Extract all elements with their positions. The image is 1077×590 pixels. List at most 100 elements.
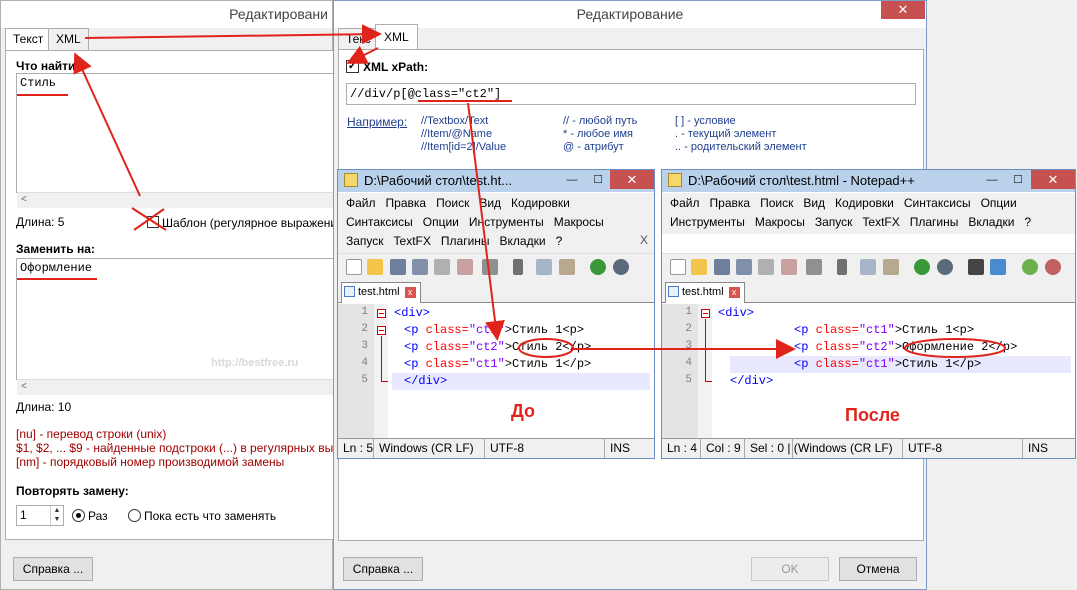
tab-text[interactable]: Текс: [338, 28, 379, 50]
tab-text[interactable]: Текст: [5, 28, 52, 51]
fold-line-end: [705, 381, 712, 382]
replace-scrollbar[interactable]: <: [17, 379, 333, 395]
stepper-arrows-icon[interactable]: ▲ ▼: [50, 506, 63, 525]
menu-help[interactable]: ?: [556, 234, 563, 248]
menu-file[interactable]: Файл: [670, 196, 700, 210]
menu-tabs[interactable]: Вкладки: [500, 234, 546, 248]
cut-icon[interactable]: [513, 259, 523, 275]
right-help-button[interactable]: Справка ...: [343, 557, 423, 581]
tab-xml[interactable]: XML: [375, 24, 418, 50]
menu-search[interactable]: Поиск: [760, 196, 793, 210]
menu-encoding[interactable]: Кодировки: [511, 196, 570, 210]
ok-button[interactable]: OK: [751, 557, 829, 581]
radio-while[interactable]: [128, 509, 141, 522]
menu-edit[interactable]: Правка: [386, 196, 427, 210]
redo-icon[interactable]: [937, 259, 953, 275]
maximize-icon[interactable]: ☐: [588, 172, 608, 188]
fold-line: [381, 336, 382, 381]
status-eol: Windows (CR LF): [373, 439, 474, 458]
print-icon[interactable]: [806, 259, 822, 275]
copy-icon[interactable]: [860, 259, 876, 275]
save-all-icon[interactable]: [736, 259, 752, 275]
save-icon[interactable]: [714, 259, 730, 275]
close-tab-icon[interactable]: x: [728, 287, 740, 298]
close-all-icon[interactable]: [457, 259, 473, 275]
left-help-button[interactable]: Справка ...: [13, 557, 93, 581]
menu-run[interactable]: Запуск: [346, 234, 384, 248]
menu-search[interactable]: Поиск: [436, 196, 469, 210]
menu-view[interactable]: Вид: [479, 196, 501, 210]
close-tab-icon[interactable]: x: [404, 287, 416, 298]
menu-macros[interactable]: Макросы: [755, 215, 805, 229]
zoom-in-icon[interactable]: [1022, 259, 1038, 275]
menu-syntax[interactable]: Синтаксисы: [904, 196, 971, 210]
save-all-icon[interactable]: [412, 259, 428, 275]
maximize-icon[interactable]: ☐: [1008, 172, 1028, 188]
xpath-input[interactable]: //div/p[@class="ct2"]: [346, 83, 916, 105]
code-line-3: <p class="ct2">Стиль 2</p>: [404, 340, 592, 354]
menu-view[interactable]: Вид: [803, 196, 825, 210]
menu-close[interactable]: X: [640, 233, 648, 247]
fold-toggle-icon[interactable]: [377, 326, 386, 335]
menu-macros[interactable]: Макросы: [554, 215, 604, 229]
close-all-icon[interactable]: [781, 259, 797, 275]
regex-checkbox[interactable]: [147, 216, 159, 228]
scroll-left-icon[interactable]: <: [21, 381, 27, 392]
close-icon[interactable]: ✕: [881, 1, 925, 19]
menu-tools[interactable]: Инструменты: [469, 215, 544, 229]
menu-textfx[interactable]: TextFX: [394, 234, 431, 248]
menu-tabs[interactable]: Вкладки: [968, 215, 1014, 229]
close-file-icon[interactable]: [434, 259, 450, 275]
menu-options[interactable]: Опции: [981, 196, 1017, 210]
menu-plugins[interactable]: Плагины: [910, 215, 959, 229]
save-icon[interactable]: [390, 259, 406, 275]
file-icon: [344, 286, 355, 297]
menu-file[interactable]: Файл: [346, 196, 376, 210]
scroll-left-icon[interactable]: <: [21, 194, 27, 205]
undo-icon[interactable]: [590, 259, 606, 275]
new-file-icon[interactable]: [670, 259, 686, 275]
find-scrollbar[interactable]: <: [17, 192, 333, 208]
new-file-icon[interactable]: [346, 259, 362, 275]
close-file-icon[interactable]: [758, 259, 774, 275]
find-input[interactable]: Стиль: [16, 73, 334, 193]
file-tab[interactable]: test.html x: [665, 282, 745, 303]
menu-encoding[interactable]: Кодировки: [835, 196, 894, 210]
open-file-icon[interactable]: [367, 259, 383, 275]
menu-options[interactable]: Опции: [423, 215, 459, 229]
close-icon[interactable]: ✕: [1031, 170, 1075, 189]
minimize-icon[interactable]: —: [982, 172, 1002, 188]
menu-tools[interactable]: Инструменты: [670, 215, 745, 229]
paste-icon[interactable]: [559, 259, 575, 275]
cut-icon[interactable]: [837, 259, 847, 275]
fold-toggle-icon[interactable]: [701, 309, 710, 318]
tab-xml[interactable]: XML: [48, 28, 89, 50]
menu-run[interactable]: Запуск: [815, 215, 853, 229]
code-line-1: <div>: [718, 306, 755, 320]
np-before-title: D:\Рабочий стол\test.ht...: [364, 173, 513, 188]
menu-syntax[interactable]: Синтаксисы: [346, 215, 413, 229]
menu-textfx[interactable]: TextFX: [862, 215, 899, 229]
menu-edit[interactable]: Правка: [710, 196, 751, 210]
replace-icon[interactable]: [990, 259, 1006, 275]
fold-toggle-icon[interactable]: [377, 309, 386, 318]
after-label: После: [845, 405, 900, 425]
menu-plugins[interactable]: Плагины: [441, 234, 490, 248]
xpath-checkbox[interactable]: ✓: [346, 60, 359, 73]
radio-once[interactable]: [72, 509, 85, 522]
redo-icon[interactable]: [613, 259, 629, 275]
close-icon[interactable]: ✕: [610, 170, 654, 189]
undo-icon[interactable]: [914, 259, 930, 275]
minimize-icon[interactable]: —: [562, 172, 582, 188]
copy-icon[interactable]: [536, 259, 552, 275]
find-icon[interactable]: [968, 259, 984, 275]
zoom-out-icon[interactable]: [1045, 259, 1061, 275]
menu-help[interactable]: ?: [1024, 215, 1031, 229]
print-icon[interactable]: [482, 259, 498, 275]
file-tab[interactable]: test.html x: [341, 282, 421, 303]
cancel-button[interactable]: Отмена: [839, 557, 917, 581]
paste-icon[interactable]: [883, 259, 899, 275]
np-after-editor[interactable]: 1 2 3 4 5 <div> <p class="ct1">Стиль 1<p…: [662, 304, 1075, 438]
open-file-icon[interactable]: [691, 259, 707, 275]
np-before-editor[interactable]: 1 2 3 4 5 <div> <p class="ct1">Стиль 1<p…: [338, 304, 654, 438]
